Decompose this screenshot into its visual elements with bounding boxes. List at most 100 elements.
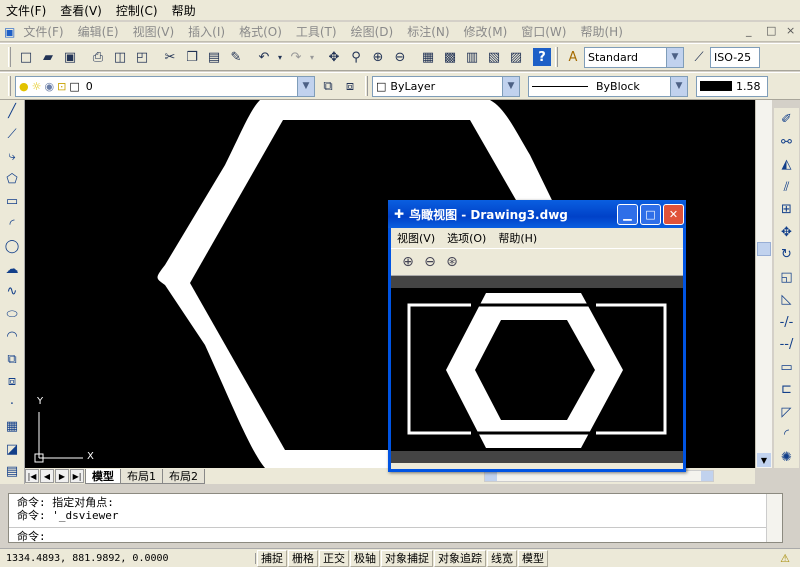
spline-icon[interactable]: ∿ bbox=[1, 281, 23, 303]
maximize-button[interactable]: □ bbox=[640, 203, 661, 225]
chevron-down-icon[interactable]: ▼ bbox=[670, 76, 687, 96]
app-menu-insert[interactable]: 插入(I) bbox=[182, 23, 233, 40]
open-folder-icon[interactable]: ▰ bbox=[37, 46, 59, 68]
tab-model[interactable]: 模型 bbox=[85, 468, 121, 484]
global-view-icon[interactable]: ⊛ bbox=[441, 251, 463, 273]
sheet-set-icon[interactable]: ▧ bbox=[483, 46, 505, 68]
rectangle-icon[interactable]: ▭ bbox=[1, 191, 23, 213]
break-at-point-icon[interactable]: ▭ bbox=[776, 356, 798, 378]
vertical-scrollbar[interactable]: ▼ bbox=[755, 100, 772, 468]
layer-previous-icon[interactable]: ⧈ bbox=[339, 75, 361, 97]
app-menu-file[interactable]: 文件(F) bbox=[17, 23, 71, 40]
menu-help[interactable]: 帮助 bbox=[166, 2, 204, 19]
redo-dropdown-icon[interactable]: ▾ bbox=[307, 46, 317, 68]
move-icon[interactable]: ✥ bbox=[776, 221, 798, 243]
fillet-icon[interactable]: ◜ bbox=[776, 424, 798, 446]
ortho-toggle[interactable]: 正交 bbox=[319, 549, 349, 567]
aerial-menu-options[interactable]: 选项(O) bbox=[441, 230, 492, 246]
offset-icon[interactable]: ⫽ bbox=[776, 176, 798, 198]
tab-layout1[interactable]: 布局1 bbox=[120, 468, 163, 484]
menu-file[interactable]: 文件(F) bbox=[0, 2, 54, 19]
scroll-down-icon[interactable]: ▼ bbox=[757, 453, 771, 467]
arc-icon[interactable]: ◜ bbox=[1, 213, 23, 235]
break-icon[interactable]: ⊏ bbox=[776, 379, 798, 401]
app-menu-format[interactable]: 格式(O) bbox=[233, 23, 290, 40]
last-tab-icon[interactable]: ▶| bbox=[70, 469, 84, 483]
copy-icon[interactable]: ❐ bbox=[181, 46, 203, 68]
toolbar-grip[interactable] bbox=[8, 76, 11, 96]
aerial-titlebar[interactable]: ✚ 鸟瞰视图 - Drawing3.dwg ▁ □ ✕ bbox=[388, 200, 686, 228]
color-select[interactable]: □ ByLayer ▼ bbox=[372, 75, 520, 97]
command-scrollbar[interactable] bbox=[766, 494, 782, 542]
make-block-icon[interactable]: ⧈ bbox=[1, 371, 23, 393]
cut-icon[interactable]: ✂ bbox=[159, 46, 181, 68]
app-menu-window[interactable]: 窗口(W) bbox=[515, 23, 574, 40]
polygon-icon[interactable]: ⬠ bbox=[1, 168, 23, 190]
properties-icon[interactable]: ▦ bbox=[417, 46, 439, 68]
design-center-icon[interactable]: ▩ bbox=[439, 46, 461, 68]
zoom-window-icon[interactable]: ⊕ bbox=[367, 46, 389, 68]
save-icon[interactable]: ▣ bbox=[59, 46, 81, 68]
scale-icon[interactable]: ◱ bbox=[776, 266, 798, 288]
mirror-icon[interactable]: ◭ bbox=[776, 154, 798, 176]
new-file-icon[interactable]: □ bbox=[15, 46, 37, 68]
stretch-icon[interactable]: ◺ bbox=[776, 289, 798, 311]
aerial-viewport[interactable] bbox=[391, 276, 683, 463]
tray-settings-icon[interactable]: ⚠ bbox=[780, 552, 790, 565]
linetype-select[interactable]: ByBlock ▼ bbox=[528, 75, 688, 97]
text-style-select[interactable]: Standard ▼ bbox=[584, 46, 684, 68]
make-current-layer-icon[interactable]: ⧉ bbox=[317, 75, 339, 97]
table-icon[interactable]: ▤ bbox=[1, 461, 23, 483]
prev-tab-icon[interactable]: ◀ bbox=[40, 469, 54, 483]
insert-block-icon[interactable]: ⧉ bbox=[1, 348, 23, 370]
markup-icon[interactable]: ▨ bbox=[505, 46, 527, 68]
command-window[interactable]: 命令: 指定对角点: 命令: '_dsviewer 命令: bbox=[8, 493, 783, 543]
line-icon[interactable]: ╱ bbox=[1, 101, 23, 123]
paste-icon[interactable]: ▤ bbox=[203, 46, 225, 68]
dim-style-select[interactable]: ISO-25 bbox=[710, 46, 760, 68]
menu-view[interactable]: 查看(V) bbox=[54, 2, 110, 19]
app-menu-edit[interactable]: 编辑(E) bbox=[72, 23, 127, 40]
print-icon[interactable]: ⎙ bbox=[87, 46, 109, 68]
model-space-toggle[interactable]: 模型 bbox=[518, 549, 548, 567]
rotate-icon[interactable]: ↻ bbox=[776, 244, 798, 266]
scrollbar-thumb[interactable] bbox=[757, 242, 771, 256]
chevron-down-icon[interactable]: ▼ bbox=[297, 76, 314, 96]
trim-icon[interactable]: -/- bbox=[776, 311, 798, 333]
construction-line-icon[interactable]: ⟋ bbox=[1, 123, 23, 145]
zoom-in-icon[interactable]: ⊕ bbox=[397, 251, 419, 273]
tab-layout2[interactable]: 布局2 bbox=[162, 468, 205, 484]
tool-palettes-icon[interactable]: ▥ bbox=[461, 46, 483, 68]
minimize-button[interactable]: ▁ bbox=[617, 203, 638, 225]
revision-cloud-icon[interactable]: ☁ bbox=[1, 258, 23, 280]
array-icon[interactable]: ⊞ bbox=[776, 199, 798, 221]
app-menu-help[interactable]: 帮助(H) bbox=[574, 23, 630, 40]
app-menu-dimension[interactable]: 标注(N) bbox=[401, 23, 457, 40]
app-menu-view[interactable]: 视图(V) bbox=[127, 23, 183, 40]
circle-icon[interactable]: ◯ bbox=[1, 236, 23, 258]
help-icon[interactable]: ? bbox=[533, 48, 551, 66]
region-icon[interactable]: ◪ bbox=[1, 438, 23, 460]
lineweight-select[interactable]: 1.58 bbox=[696, 75, 768, 97]
erase-icon[interactable]: ✐ bbox=[776, 109, 798, 131]
print-preview-icon[interactable]: ◫ bbox=[109, 46, 131, 68]
next-tab-icon[interactable]: ▶ bbox=[55, 469, 69, 483]
otrack-toggle[interactable]: 对象追踪 bbox=[434, 549, 486, 567]
snap-toggle[interactable]: 捕捉 bbox=[257, 549, 287, 567]
chevron-down-icon[interactable]: ▼ bbox=[502, 76, 519, 96]
close-doc-button[interactable]: × bbox=[780, 24, 800, 37]
ellipse-arc-icon[interactable]: ◠ bbox=[1, 326, 23, 348]
hatch-icon[interactable]: ▦ bbox=[1, 416, 23, 438]
command-prompt-input[interactable]: 命令: bbox=[9, 527, 766, 543]
ellipse-icon[interactable]: ⬭ bbox=[1, 303, 23, 325]
polar-toggle[interactable]: 极轴 bbox=[350, 549, 380, 567]
close-button[interactable]: ✕ bbox=[663, 203, 684, 225]
point-icon[interactable]: · bbox=[1, 393, 23, 415]
copy-object-icon[interactable]: ⚯ bbox=[776, 131, 798, 153]
toolbar-grip[interactable] bbox=[8, 47, 11, 67]
pan-icon[interactable]: ✥ bbox=[323, 46, 345, 68]
app-menu-tools[interactable]: 工具(T) bbox=[290, 23, 345, 40]
publish-icon[interactable]: ◰ bbox=[131, 46, 153, 68]
menu-control[interactable]: 控制(C) bbox=[110, 2, 166, 19]
chamfer-icon[interactable]: ◸ bbox=[776, 401, 798, 423]
